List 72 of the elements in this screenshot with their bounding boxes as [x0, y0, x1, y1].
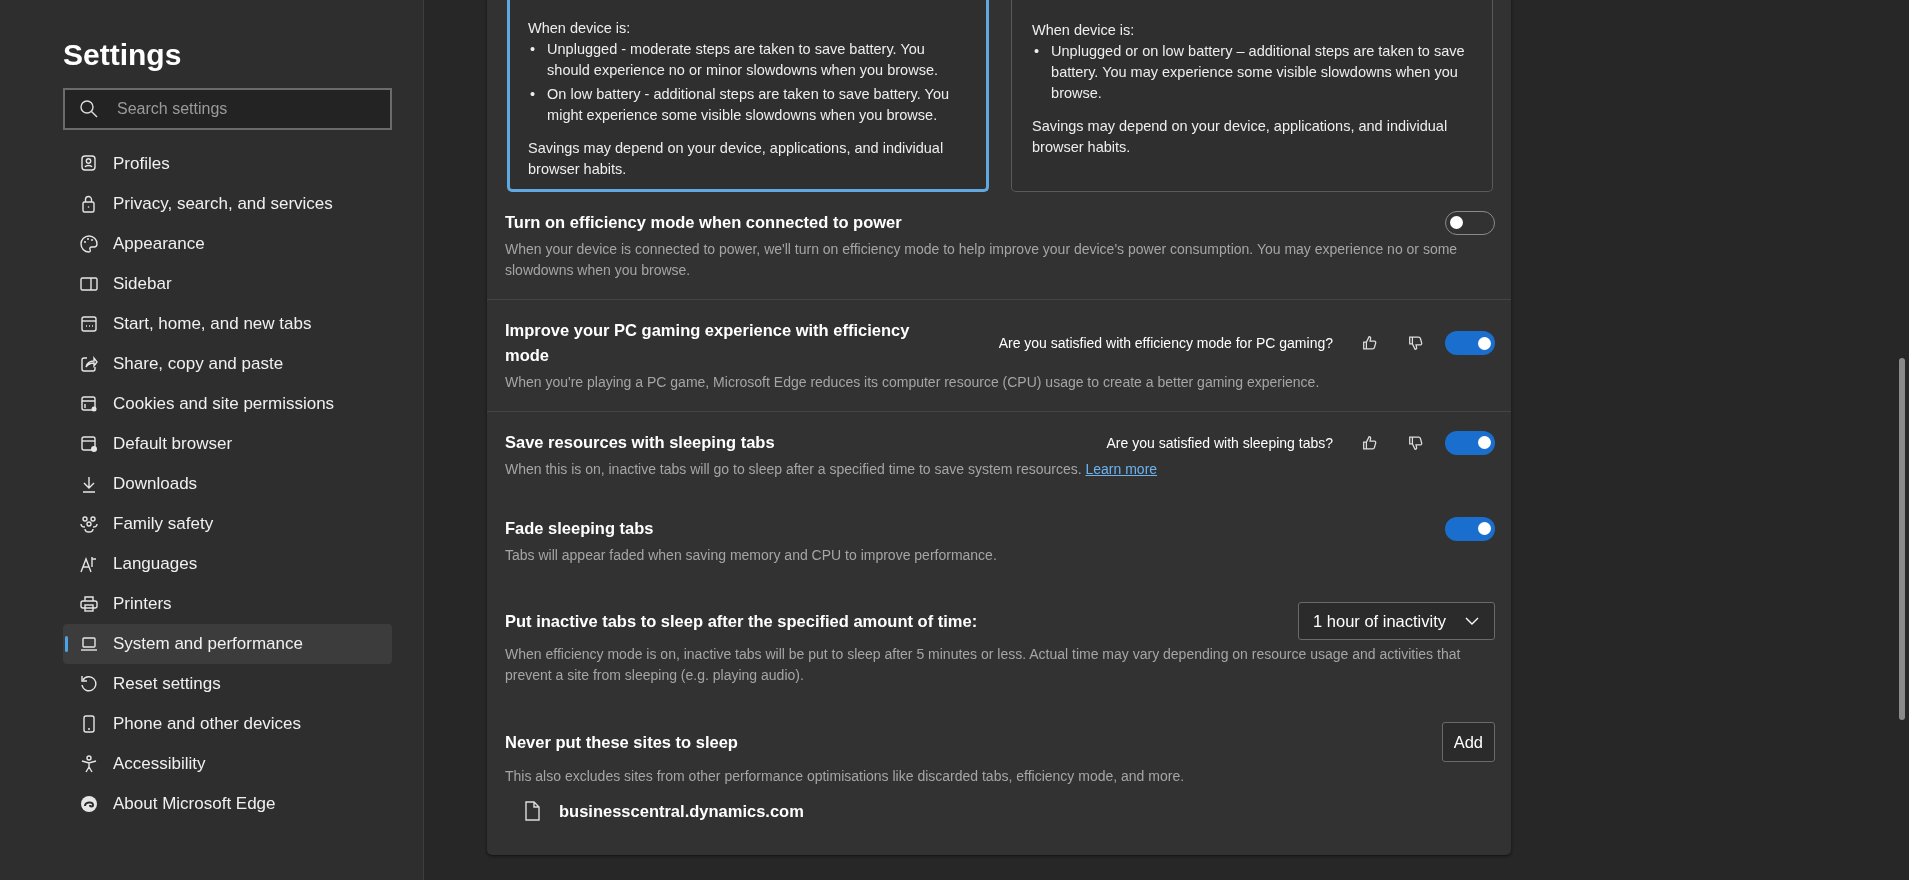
sidebar-item[interactable]: Sidebar: [63, 264, 392, 304]
sidebar-icon: [79, 274, 99, 294]
reset-icon: [79, 674, 99, 694]
setting-description: This also excludes sites from other performance optimisations like discarded tabs, efficiency mode, and more.: [505, 767, 1186, 786]
option-card[interactable]: [507, 0, 989, 192]
sidebar-item[interactable]: Languages: [63, 544, 392, 584]
feedback-question: Are you satisfied with efficiency mode for PC gaming?: [998, 335, 1333, 351]
toggle-switch[interactable]: [1445, 430, 1495, 455]
sidebar-item[interactable]: Printers: [63, 584, 392, 624]
sidebar-item[interactable]: Profiles: [63, 144, 392, 184]
cookie-settings-icon: [79, 394, 99, 414]
toggle-switch[interactable]: [1445, 331, 1495, 355]
thumbs-up-icon[interactable]: [1361, 433, 1379, 452]
setting-description: When you're playing a PC game, Microsoft Edge reduces its computer resource (CPU) usage to create a better gaming experience.: [505, 373, 1321, 392]
card-text: When device is:: [1032, 21, 1136, 40]
feedback-question: Are you satisfied with sleeping tabs?: [1106, 434, 1333, 451]
accessibility-icon: [79, 754, 99, 774]
language-icon: [79, 554, 99, 574]
thumbs-down-icon[interactable]: [1407, 334, 1425, 352]
sidebar-item[interactable]: Accessibility: [63, 744, 392, 784]
option-card[interactable]: [1011, 0, 1493, 192]
setting-description: When your device is connected to power, we'll turn on efficiency mode to help improve your device's power consumption. You may experience no or some slowdowns when you browse.: [505, 240, 1459, 280]
time-dropdown[interactable]: 1 hour of inactivity: [1298, 602, 1495, 640]
bullet-marker: •: [530, 40, 536, 59]
profile-icon: [79, 154, 99, 174]
toggle-switch[interactable]: [1445, 516, 1495, 541]
card-note: Savings may depend on your device, applications, and individual browser habits.: [528, 139, 945, 179]
browser-check-icon: [79, 434, 99, 454]
learn-more-link[interactable]: Learn more: [1085, 461, 1158, 477]
document-icon: [523, 801, 541, 821]
thumbs-up-icon[interactable]: [1361, 334, 1379, 352]
add-button[interactable]: Add: [1441, 722, 1495, 762]
setting-title: Fade sleeping tabs: [505, 518, 655, 539]
setting-title: Put inactive tabs to sleep after the specified amount of time:: [505, 610, 979, 632]
setting-description: When efficiency mode is on, inactive tabs will be put to sleep after 5 minutes or less. Actual time may vary depending on resource usage and activities that prevent a site from sleeping (e.g. playing audio).: [505, 645, 1462, 685]
search-field[interactable]: Search settings: [63, 88, 392, 130]
bullet-text: Unplugged or on low battery – additional steps are taken to save battery. You may experience some visible slowdowns when you browse.: [1051, 42, 1466, 103]
bullet-marker: •: [530, 85, 536, 104]
sidebar-item[interactable]: Default browser: [63, 424, 392, 464]
search-icon: [79, 99, 99, 119]
setting-title: Never put these sites to sleep: [505, 731, 739, 753]
sidebar-item[interactable]: Reset settings: [63, 664, 392, 704]
setting-title: Save resources with sleeping tabs: [505, 432, 776, 453]
sidebar-item[interactable]: Privacy, search, and services: [63, 184, 392, 224]
card-note: Savings may depend on your device, applications, and individual browser habits.: [1032, 117, 1449, 157]
site-name: businesscentral.dynamics.com: [559, 801, 804, 821]
setting-description: When this is on, inactive tabs will go to sleep after a specified time to save system resources. Learn more: [505, 460, 1159, 479]
bullet-marker: •: [1034, 42, 1040, 61]
edge-logo-icon: [79, 794, 99, 814]
sidebar-item[interactable]: Downloads: [63, 464, 392, 504]
setting-title: Turn on efficiency mode when connected to power: [505, 212, 903, 233]
sidebar-item[interactable]: Family safety: [63, 504, 392, 544]
sidebar-item[interactable]: Phone and other devices: [63, 704, 392, 744]
sidebar-item[interactable]: System and performance: [63, 624, 392, 664]
bullet-text: Unplugged - moderate steps are taken to save battery. You should experience no or minor slowdowns when you browse.: [547, 40, 939, 80]
card-text: When device is:: [528, 19, 632, 38]
sidebar-item[interactable]: Start, home, and new tabs: [63, 304, 392, 344]
sidebar-item[interactable]: Cookies and site permissions: [63, 384, 392, 424]
family-icon: [79, 514, 99, 534]
printer-icon: [79, 594, 99, 614]
laptop-icon: [79, 634, 99, 654]
sidebar-item[interactable]: Share, copy and paste: [63, 344, 392, 384]
share-icon: [79, 354, 99, 374]
new-tab-icon: [79, 314, 99, 334]
bullet-text: On low battery - additional steps are taken to save battery. You might experience some visible slowdowns when you browse.: [547, 85, 951, 125]
setting-title: Improve your PC gaming experience with efficiency mode: [505, 320, 911, 366]
settings-title: Settings: [63, 38, 182, 72]
sidebar-item[interactable]: Appearance: [63, 224, 392, 264]
setting-description: Tabs will appear faded when saving memory and CPU to improve performance.: [505, 546, 998, 565]
scrollbar-thumb[interactable]: [1899, 358, 1905, 720]
palette-icon: [79, 234, 99, 254]
sidebar-item[interactable]: About Microsoft Edge: [63, 784, 392, 824]
